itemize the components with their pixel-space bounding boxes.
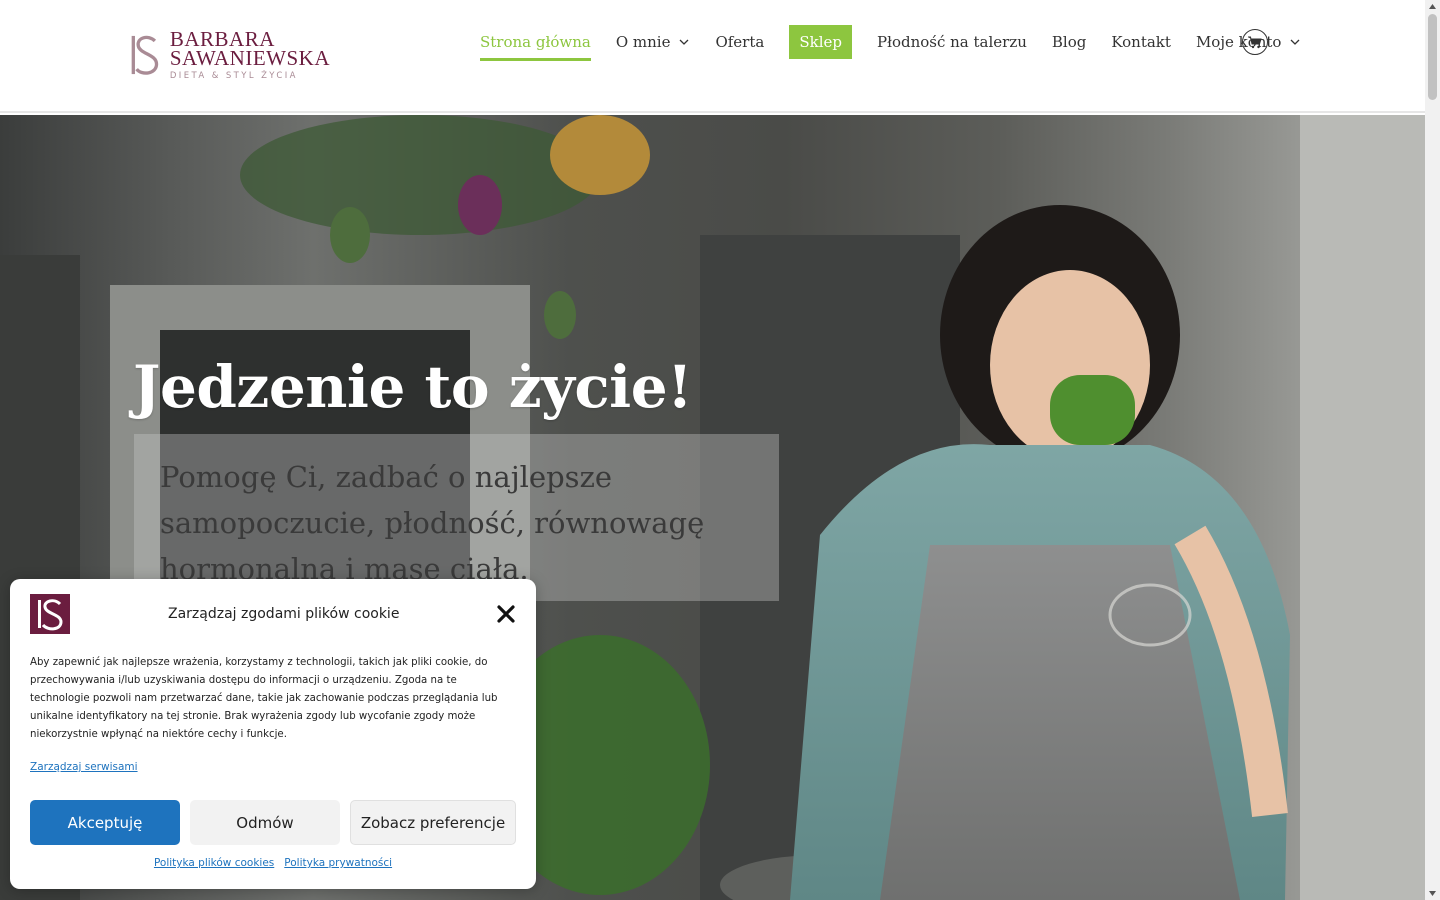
privacy-policy-link[interactable]: Polityka prywatności [284, 857, 392, 869]
scrollbar-thumb[interactable] [1428, 14, 1437, 100]
logo-monogram-icon [131, 35, 159, 75]
manage-services-link[interactable]: Zarządzaj serwisami [30, 761, 138, 773]
nav-item-about[interactable]: O mnie [616, 24, 691, 60]
nav-item-contact[interactable]: Kontakt [1111, 24, 1171, 60]
nav-item-label: O mnie [615, 33, 671, 51]
chevron-down-icon [679, 39, 689, 45]
cart-button[interactable] [1242, 29, 1268, 55]
nav-item-label: Strona główna [480, 33, 591, 51]
nav-item-label: Płodność na talerzu [876, 33, 1027, 51]
logo-text: BARBARA SAWANIEWSKA DIETA & STYL ŻYCIA [169, 29, 330, 82]
nav-item-blog[interactable]: Blog [1052, 24, 1086, 60]
hero-subtitle: Pomogę Ci, zadbać o najlepsze samopoczuc… [160, 460, 705, 586]
scroll-down-arrow-icon[interactable] [1428, 889, 1437, 898]
logo-name-last: SAWANIEWSKA [169, 46, 330, 70]
preferences-button[interactable]: Zobacz preferencje [350, 800, 516, 845]
cookie-policy-links: Polityka plików cookies Polityka prywatn… [10, 857, 536, 869]
scroll-up-arrow-icon[interactable] [1428, 2, 1437, 11]
nav-item-shop[interactable]: Sklep [789, 25, 852, 59]
site-header: BARBARA SAWANIEWSKA DIETA & STYL ŻYCIA S… [0, 0, 1425, 113]
cookie-dialog-title: Zarządzaj zgodami plików cookie [168, 606, 400, 622]
nav-item-home[interactable]: Strona główna [480, 24, 591, 61]
nav-item-label: Kontakt [1111, 33, 1171, 51]
accept-button[interactable]: Akceptuję [30, 800, 180, 845]
nav-item-offer[interactable]: Oferta [715, 24, 764, 60]
cookie-consent-dialog: Zarządzaj zgodami plików cookie Aby zape… [10, 579, 536, 889]
nav-item-label: Moje konto [1195, 33, 1282, 51]
close-icon[interactable] [496, 604, 516, 624]
cookie-policy-link[interactable]: Polityka plików cookies [154, 857, 274, 869]
nav-item-label: Oferta [715, 33, 765, 51]
hero-subtitle-box: Pomogę Ci, zadbać o najlepsze samopoczuc… [134, 434, 779, 601]
cookie-logo-icon [30, 594, 70, 634]
main-nav: Strona główna O mnie Oferta Sklep Płodno… [480, 24, 1326, 61]
chevron-down-icon [1291, 39, 1300, 45]
site-logo[interactable]: BARBARA SAWANIEWSKA DIETA & STYL ŻYCIA [130, 29, 330, 85]
nav-item-label: Blog [1051, 33, 1087, 51]
deny-button[interactable]: Odmów [190, 800, 340, 845]
nav-item-fertility[interactable]: Płodność na talerzu [877, 24, 1027, 60]
logo-tagline: DIETA & STYL ŻYCIA [169, 71, 298, 81]
nav-item-label: Sklep [799, 33, 842, 51]
page-scrollbar[interactable] [1425, 0, 1440, 900]
cookie-description: Aby zapewnić jak najlepsze wrażenia, kor… [30, 657, 498, 740]
hero-title: Jedzenie to życie! [133, 353, 693, 421]
cart-icon [1248, 36, 1262, 48]
